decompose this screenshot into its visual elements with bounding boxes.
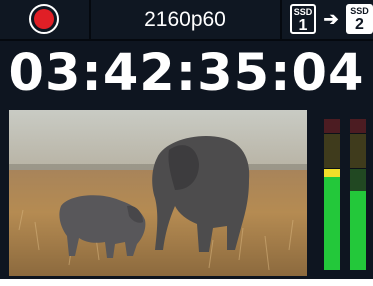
- recording-format[interactable]: 2160p60: [92, 0, 278, 39]
- record-button[interactable]: [29, 4, 59, 34]
- arrow-right-icon: ➔: [323, 9, 339, 29]
- record-dot-icon: [34, 9, 54, 29]
- level-bar: [350, 191, 366, 270]
- divider: [280, 0, 282, 39]
- peak-marker: [324, 169, 340, 177]
- status-bar: 2160p60 SSD 1 ➔ SSD 2: [0, 0, 373, 39]
- elephants-image: [9, 110, 307, 276]
- audio-meter-channel-1: [324, 119, 340, 270]
- audio-meter-channel-2: [350, 119, 366, 270]
- ssd-target-icon[interactable]: SSD 2: [346, 4, 373, 34]
- divider: [89, 0, 91, 39]
- audio-meters: [322, 119, 370, 270]
- ssd-target-number: 2: [355, 16, 364, 33]
- level-bar: [324, 177, 340, 270]
- timecode-display: 03:42:35:04: [8, 44, 365, 103]
- ssd-source-icon[interactable]: SSD 1: [290, 4, 316, 34]
- video-preview[interactable]: [9, 110, 307, 276]
- recorder-screen: 2160p60 SSD 1 ➔ SSD 2 03:42:35:04: [0, 0, 373, 279]
- ssd-source-number: 1: [298, 17, 308, 34]
